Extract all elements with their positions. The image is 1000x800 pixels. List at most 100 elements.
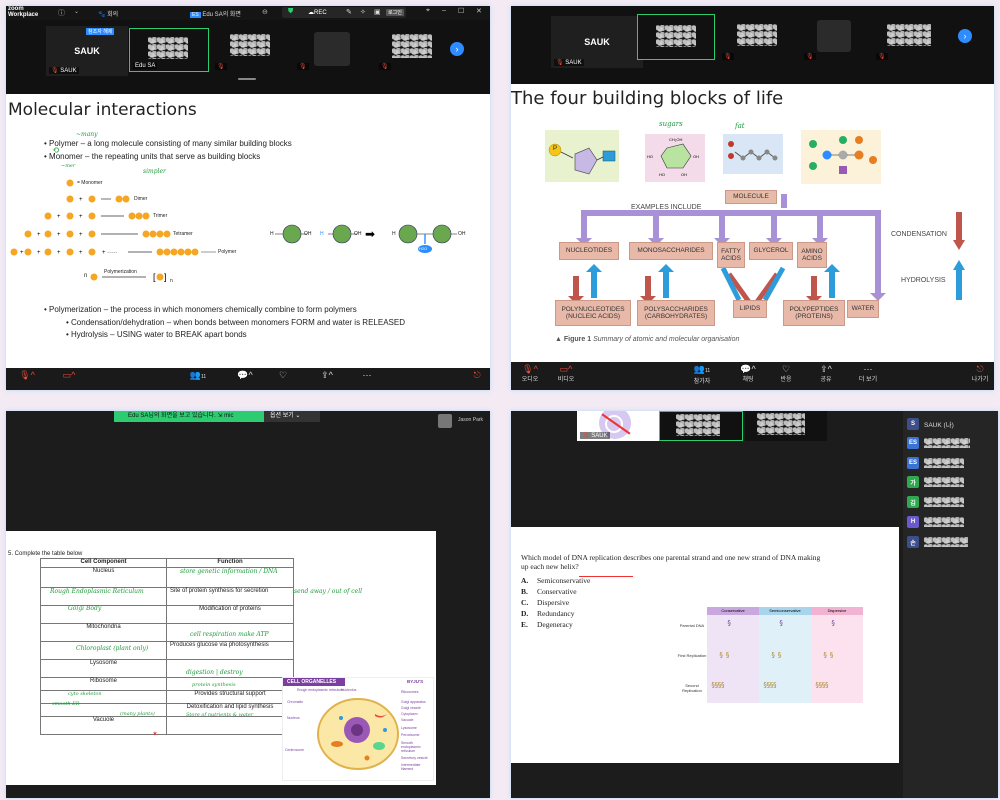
rec-indicator[interactable]: ☁REC: [308, 9, 327, 16]
leave-button[interactable]: ⎋ 나가기: [963, 364, 994, 383]
close-icon[interactable]: ✕: [476, 7, 482, 15]
maximize-icon[interactable]: ☐: [458, 7, 464, 15]
video-tile[interactable]: 🎙: [376, 28, 450, 72]
bullet-hydrolysis: • Hydrolysis – USING water to BREAK apar…: [66, 330, 247, 339]
audio-button[interactable]: 🎙^ 오디오: [513, 364, 547, 383]
chevron-down-icon[interactable]: ⌄: [74, 8, 79, 15]
reactions-button[interactable]: ♡: [266, 370, 300, 380]
svg-text:+: +: [20, 250, 24, 256]
table-cell[interactable]: [40, 605, 167, 624]
next-page-button[interactable]: ›: [450, 42, 464, 56]
next-page-button[interactable]: ›: [958, 29, 972, 43]
table-cell[interactable]: Mitochondria: [40, 623, 167, 642]
ink-arrow-note: send away / out of cell: [294, 588, 363, 595]
panel-molecular-interactions: zoom Workplace ⓘ ⌄ 🐾 회의 ES Edu SA의 화면 ⊖ …: [6, 6, 490, 390]
save-icon[interactable]: ▣: [374, 8, 381, 16]
leave-button[interactable]: ⎋: [460, 370, 490, 380]
option-e[interactable]: E. Degeneracy: [521, 619, 590, 630]
option-c[interactable]: C. Dispersive: [521, 597, 590, 608]
table-cell[interactable]: Ribosome: [40, 677, 167, 691]
minus-circle-icon[interactable]: ⊖: [262, 8, 268, 16]
view-options-button[interactable]: 옵션 보기 ⌄: [264, 411, 320, 422]
organelle-label: Golgi vesicle: [401, 706, 421, 710]
participants-count: 11: [201, 374, 207, 380]
sparkle-icon[interactable]: ✧: [360, 8, 366, 16]
table-cell[interactable]: Lysosome: [40, 659, 167, 678]
box-glycerol: GLYCEROL: [749, 242, 793, 260]
video-tile[interactable]: 🎙: [212, 28, 292, 72]
option-d[interactable]: D. Redundancy: [521, 608, 590, 619]
share-screen-icon: ⇪^: [820, 364, 832, 374]
organelle-label: Smooth endoplasmic reticulum: [401, 741, 421, 753]
participant-item[interactable]: H: [907, 515, 964, 529]
audio-button[interactable]: 🎙^: [10, 370, 44, 380]
water-label: H2O: [419, 246, 428, 251]
video-feed-dark: [314, 32, 350, 66]
table-cell[interactable]: Modification of proteins: [166, 605, 294, 624]
video-tile[interactable]: 🎙: [873, 16, 947, 62]
video-tile-edu-sa[interactable]: Edu SA: [129, 28, 209, 72]
table-cell[interactable]: Produces glucose via photosynthesis: [166, 641, 294, 660]
more-button[interactable]: ⋯: [350, 370, 384, 380]
video-tile[interactable]: [745, 411, 827, 441]
table-row: Ribosome: [40, 677, 294, 691]
video-tile[interactable]: 🎙: [719, 16, 797, 62]
column-bg: [759, 615, 811, 703]
video-tile-active[interactable]: [659, 411, 743, 441]
replication-figure: Conservative Semiconservative Dispersive…: [677, 607, 887, 709]
option-letter: A.: [521, 576, 529, 585]
mic-muted-icon: 🎙: [804, 53, 816, 60]
pin-icon[interactable]: ⌖: [426, 7, 430, 15]
pen-icon[interactable]: ✎: [346, 8, 352, 16]
participant-item[interactable]: S SAUK (나): [907, 417, 954, 431]
table-cell[interactable]: Site of protein synthesis for secretion: [166, 587, 294, 606]
more-button[interactable]: ⋯ 더 보기: [851, 364, 885, 383]
table-cell[interactable]: Nucleus: [40, 567, 167, 588]
box-molecule: MOLECULE: [725, 190, 777, 204]
svg-text:+: +: [37, 232, 41, 238]
reactions-button[interactable]: ♡ 반응: [769, 364, 803, 383]
mic-muted-icon: 🎙: [379, 63, 391, 70]
svg-text:CH₂OH: CH₂OH: [669, 137, 682, 142]
video-tile[interactable]: 🎙: [294, 28, 374, 72]
participants-button[interactable]: 👥11 참가자: [685, 364, 719, 385]
participant-item[interactable]: ES: [907, 436, 970, 450]
quiz-question: Which model of DNA replication describes…: [521, 553, 821, 571]
menu-meeting[interactable]: 🐾 회의: [98, 9, 118, 18]
figure-caption-bold: ▲ Figure 1: [555, 336, 592, 343]
reaction-h: H: [270, 231, 274, 237]
video-tile[interactable]: 🎙: [801, 16, 871, 62]
video-tile-active[interactable]: [637, 14, 715, 60]
polymerization-label: Polymerization: [104, 269, 137, 275]
participants-button[interactable]: 👥11: [181, 370, 215, 382]
mic-muted-icon: 🎙^: [19, 370, 35, 380]
video-off-icon: ▭^: [559, 364, 573, 374]
svg-text:OH: OH: [693, 154, 699, 159]
video-button[interactable]: ▭^ 비디오: [549, 364, 583, 383]
strip-drag-handle[interactable]: [238, 78, 256, 80]
participant-item[interactable]: 김: [907, 495, 964, 509]
tab-screen-share[interactable]: ES Edu SA의 화면: [190, 9, 241, 18]
table-cell[interactable]: Vacuole: [40, 716, 167, 735]
table-cell[interactable]: Provides structural support: [166, 690, 294, 704]
chat-button[interactable]: 💬^: [228, 370, 262, 380]
share-button[interactable]: ⇪^: [310, 370, 344, 380]
login-button[interactable]: 로그인: [386, 9, 404, 16]
video-tile-sauk[interactable]: 🎙 SAUK: [577, 411, 659, 441]
rec-label: REC: [314, 10, 327, 16]
table-cell[interactable]: [166, 716, 294, 735]
video-button[interactable]: ▭^: [52, 370, 86, 380]
participant-item[interactable]: 가: [907, 475, 964, 489]
share-button[interactable]: ⇪^ 공유: [809, 364, 843, 383]
participant-item[interactable]: ES: [907, 456, 964, 470]
box-amino-acids: AMINO ACIDS: [797, 242, 827, 268]
chat-button[interactable]: 💬^ 채팅: [731, 364, 765, 383]
participant-item[interactable]: 손: [907, 535, 968, 549]
info-icon[interactable]: ⓘ: [58, 8, 65, 18]
unpin-badge[interactable]: 참조자 해제: [86, 28, 115, 35]
option-b[interactable]: B. Conservative: [521, 586, 590, 597]
minimize-icon[interactable]: –: [442, 7, 446, 14]
ink-vacuole-note: (many plants): [120, 711, 155, 717]
video-tile-sauk[interactable]: SAUK 🎙 SAUK: [551, 16, 643, 68]
tetramer-label: Tetramer: [173, 231, 193, 237]
